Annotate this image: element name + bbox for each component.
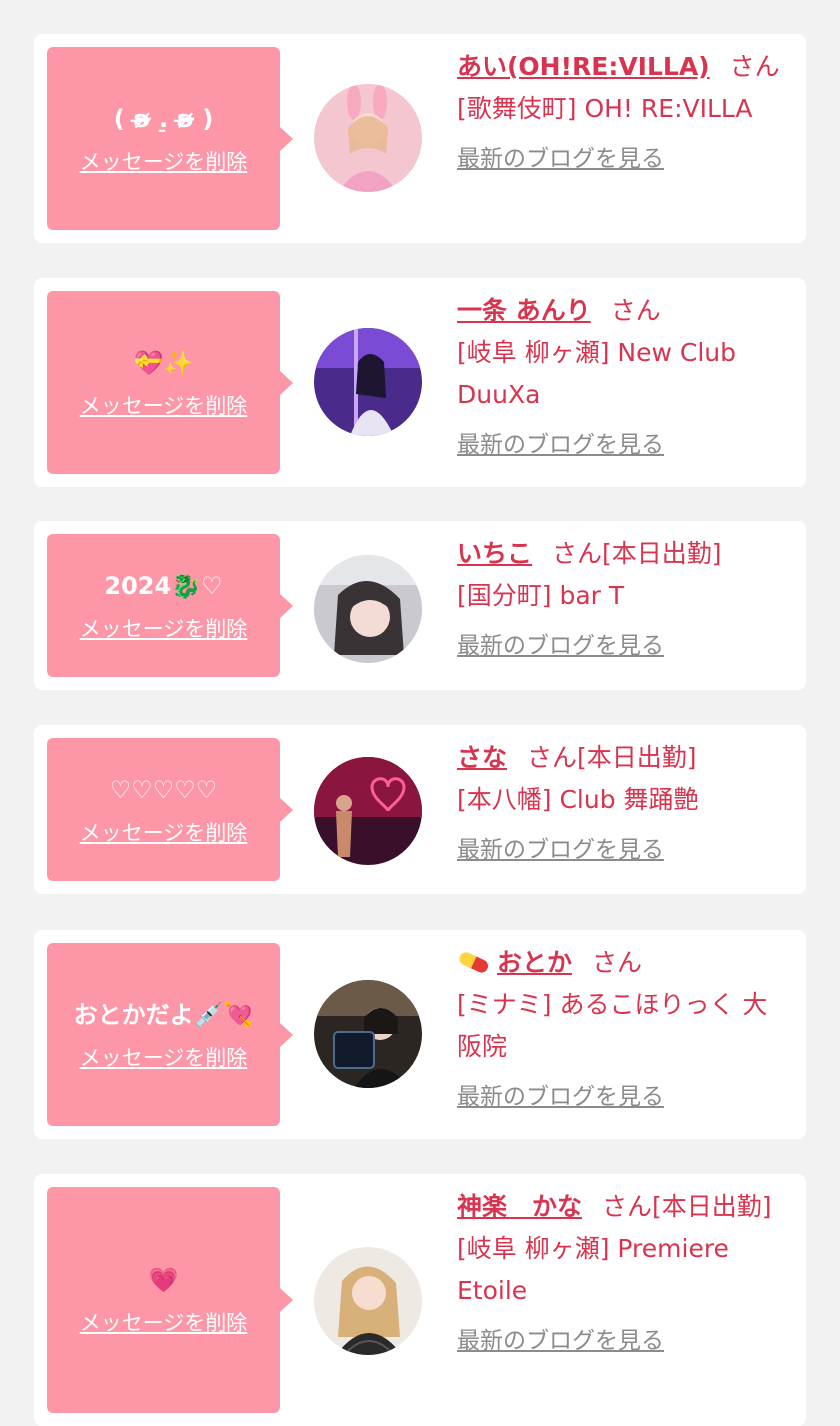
message-text: ♡♡♡♡♡ [109, 775, 218, 804]
cast-info: あい(OH!RE:VILLA) さん [歌舞伎町] OH! RE:VILLA 最新… [457, 46, 790, 180]
cast-info: いちこ さん[本日出勤] [国分町] bar T 最新のブログを見る [457, 533, 790, 667]
message-bubble: ♡♡♡♡♡ メッセージを削除 [47, 738, 293, 881]
cast-name-link[interactable]: 神楽 かな [457, 1192, 582, 1221]
avatar[interactable] [314, 555, 422, 663]
message-bubble: 💝✨ メッセージを削除 [47, 291, 293, 474]
cast-name-text: おとか [497, 948, 573, 977]
message-card: ♡♡♡♡♡ メッセージを削除 さな さん[本日出勤] [本八幡] Club 舞踊艶… [34, 725, 806, 894]
cast-info: おとか さん [ミナミ] あるこほりっく 大阪院 最新のブログを見る [457, 942, 790, 1118]
honorific: さん [592, 948, 643, 977]
cast-name-link[interactable]: さな [457, 743, 507, 772]
honorific: さん[本日出勤] [602, 1192, 772, 1221]
latest-blog-link[interactable]: 最新のブログを見る [457, 1076, 790, 1118]
message-card: 2024🐉♡ メッセージを削除 いちこ さん[本日出勤] [国分町] bar T … [34, 521, 806, 690]
message-text: 2024🐉♡ [104, 571, 223, 600]
message-bubble: 💗 メッセージを削除 [47, 1187, 293, 1413]
avatar[interactable] [314, 1247, 422, 1355]
honorific: さん[本日出勤] [552, 539, 722, 568]
latest-blog-link[interactable]: 最新のブログを見る [457, 829, 790, 871]
message-card: おとかだよ💉💘 メッセージを削除 おとか さん [ミナミ] あるこほりっく 大阪院… [34, 930, 806, 1139]
message-text: 💗 [148, 1266, 179, 1294]
latest-blog-link[interactable]: 最新のブログを見る [457, 625, 790, 667]
delete-message-link[interactable]: メッセージを削除 [80, 613, 248, 643]
honorific: さん [610, 296, 661, 325]
shop-name: [ミナミ] あるこほりっく 大阪院 [457, 990, 768, 1061]
delete-message-link[interactable]: メッセージを削除 [80, 1042, 248, 1072]
cast-info: さな さん[本日出勤] [本八幡] Club 舞踊艶 最新のブログを見る [457, 737, 790, 871]
avatar[interactable] [314, 757, 422, 865]
message-card: ( ʚ̴̶̷̷ .̠ ʚ̴̶̷̷ ) メッセージを削除 あい(OH!RE:VIL… [34, 34, 806, 243]
shop-name: [国分町] bar T [457, 581, 625, 610]
avatar[interactable] [314, 328, 422, 436]
message-text: ( ʚ̴̶̷̷ .̠ ʚ̴̶̷̷ ) [113, 104, 214, 133]
message-bubble: ( ʚ̴̶̷̷ .̠ ʚ̴̶̷̷ ) メッセージを削除 [47, 47, 293, 230]
delete-message-link[interactable]: メッセージを削除 [80, 1307, 248, 1337]
honorific: さん[本日出勤] [527, 743, 697, 772]
delete-message-link[interactable]: メッセージを削除 [80, 817, 248, 847]
pill-icon [459, 952, 488, 973]
cast-name-link[interactable]: あい(OH!RE:VILLA) [457, 52, 710, 81]
latest-blog-link[interactable]: 最新のブログを見る [457, 138, 790, 180]
shop-name: [岐阜 柳ヶ瀬] Premiere Etoile [457, 1234, 729, 1305]
message-bubble: おとかだよ💉💘 メッセージを削除 [47, 943, 293, 1126]
honorific: さん [729, 52, 780, 81]
latest-blog-link[interactable]: 最新のブログを見る [457, 1320, 790, 1362]
message-text: 💝✨ [133, 348, 194, 377]
message-card: 💝✨ メッセージを削除 一条 あんり さん [岐阜 柳ヶ瀬] New Club D… [34, 278, 806, 487]
message-card: 💗 メッセージを削除 神楽 かな さん[本日出勤] [岐阜 柳ヶ瀬] Premie… [34, 1174, 806, 1426]
shop-name: [歌舞伎町] OH! RE:VILLA [457, 94, 753, 123]
shop-name: [本八幡] Club 舞踊艶 [457, 785, 699, 814]
cast-name-link[interactable]: いちこ [457, 539, 532, 568]
cast-info: 神楽 かな さん[本日出勤] [岐阜 柳ヶ瀬] Premiere Etoile 最… [457, 1186, 790, 1362]
shop-name: [岐阜 柳ヶ瀬] New Club DuuXa [457, 338, 736, 409]
cast-info: 一条 あんり さん [岐阜 柳ヶ瀬] New Club DuuXa 最新のブログを… [457, 290, 790, 466]
delete-message-link[interactable]: メッセージを削除 [80, 390, 248, 420]
cast-name-link[interactable]: 一条 あんり [457, 296, 591, 325]
message-bubble: 2024🐉♡ メッセージを削除 [47, 534, 293, 677]
message-text: おとかだよ💉💘 [73, 1000, 254, 1029]
delete-message-link[interactable]: メッセージを削除 [80, 146, 248, 176]
avatar[interactable] [314, 980, 422, 1088]
avatar[interactable] [314, 84, 422, 192]
cast-name-link[interactable]: おとか [457, 948, 572, 977]
latest-blog-link[interactable]: 最新のブログを見る [457, 424, 790, 466]
